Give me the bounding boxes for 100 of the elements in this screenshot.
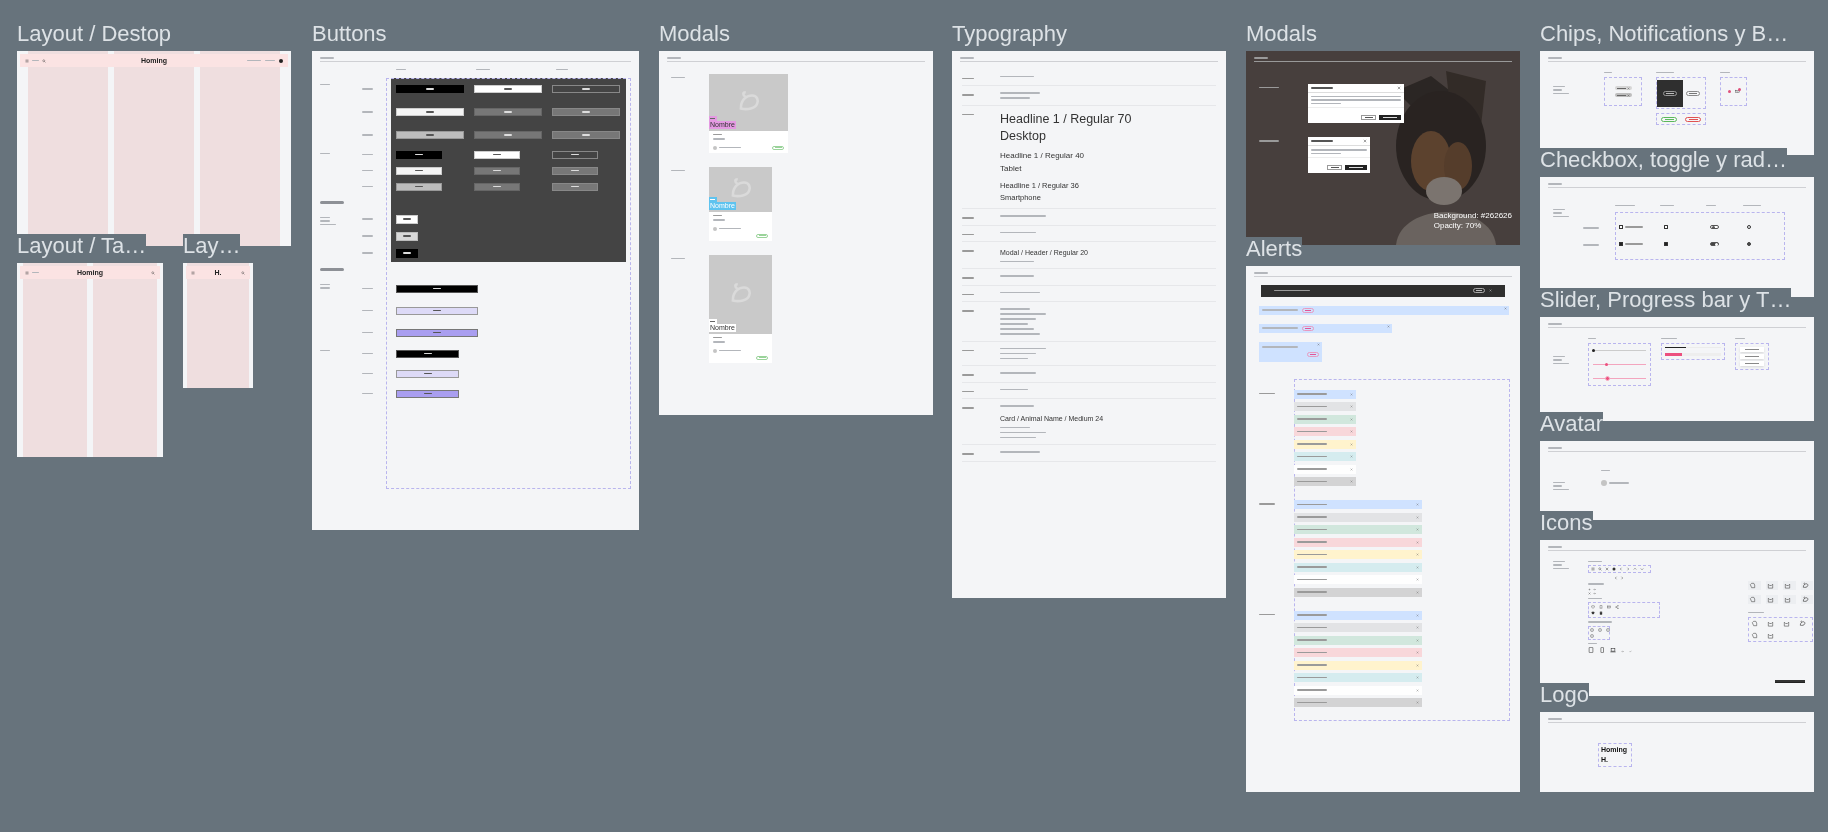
text-line xyxy=(362,185,373,188)
chevron-left-icon[interactable] xyxy=(1619,567,1623,571)
save-button[interactable] xyxy=(1345,165,1367,170)
text-line xyxy=(713,138,725,140)
chevron-up-icon[interactable] xyxy=(1633,567,1637,571)
type-sample: Desktop xyxy=(1000,129,1047,143)
text-line xyxy=(962,94,974,96)
text-line xyxy=(396,68,406,71)
slider-thumb[interactable] xyxy=(1605,376,1611,381)
slider-thumb[interactable] xyxy=(1605,363,1608,366)
search-icon[interactable] xyxy=(241,270,245,275)
phone-icon[interactable] xyxy=(1599,647,1605,653)
button[interactable] xyxy=(396,248,418,258)
mail-icon xyxy=(1734,89,1740,94)
text-line xyxy=(1743,204,1761,207)
mail-icon[interactable] xyxy=(1607,605,1611,609)
toggle[interactable] xyxy=(1710,241,1719,247)
button[interactable] xyxy=(396,231,418,241)
button[interactable] xyxy=(396,85,464,93)
text-line xyxy=(1588,597,1602,599)
text-line xyxy=(1000,275,1034,277)
button[interactable] xyxy=(552,85,620,93)
action-link[interactable] xyxy=(1302,307,1314,313)
text-line xyxy=(1000,405,1034,407)
text-line xyxy=(671,257,685,259)
close-icon[interactable] xyxy=(1588,591,1591,595)
text-line xyxy=(1661,337,1677,339)
text-line xyxy=(362,252,373,254)
text-line xyxy=(713,214,722,216)
text-line xyxy=(1000,92,1040,94)
trash-icon[interactable] xyxy=(1599,611,1603,615)
frame-title: Checkbox, toggle y rad… xyxy=(1540,148,1788,172)
text-line xyxy=(1254,57,1268,59)
menu-icon[interactable] xyxy=(25,270,29,275)
text-line xyxy=(1548,323,1562,325)
text-line xyxy=(1000,260,1034,262)
bookmark-icon[interactable] xyxy=(1599,605,1603,609)
avatar xyxy=(1601,480,1607,486)
button[interactable] xyxy=(396,284,478,293)
arrow-icon[interactable] xyxy=(1593,591,1596,595)
text-line xyxy=(1000,328,1034,330)
share-icon[interactable] xyxy=(1615,605,1619,609)
mouse-icon[interactable] xyxy=(1799,620,1806,627)
text-line xyxy=(1000,352,1036,354)
chip[interactable] xyxy=(1614,86,1632,90)
save-button[interactable] xyxy=(1379,115,1401,120)
checkbox[interactable] xyxy=(1619,225,1623,229)
menu-icon[interactable] xyxy=(25,58,29,63)
mouse-icon[interactable] xyxy=(1801,595,1809,603)
badge xyxy=(1727,90,1731,93)
tablet-icon[interactable] xyxy=(1588,647,1594,653)
cancel-button[interactable] xyxy=(1361,115,1376,120)
modal-title-line xyxy=(1311,86,1333,89)
notification-chip xyxy=(1686,90,1700,96)
laptop-icon[interactable] xyxy=(1610,647,1616,653)
link[interactable] xyxy=(1775,680,1805,683)
text-line xyxy=(1259,503,1275,505)
text-line xyxy=(962,349,974,351)
text-line xyxy=(1000,372,1036,374)
action-link[interactable] xyxy=(1302,325,1314,331)
mouse-icon[interactable] xyxy=(1801,581,1809,589)
toggle[interactable] xyxy=(1710,224,1719,230)
text-line xyxy=(1000,388,1028,390)
checkbox[interactable] xyxy=(1664,225,1668,229)
text-line xyxy=(962,217,974,219)
frame-title: Typography xyxy=(952,22,1067,46)
button[interactable] xyxy=(396,349,459,358)
action-link[interactable] xyxy=(1307,351,1319,357)
menu-icon[interactable] xyxy=(191,270,195,275)
avatar[interactable] xyxy=(279,58,283,63)
sex-tag xyxy=(709,115,717,121)
action-button[interactable] xyxy=(1473,288,1485,293)
text-line xyxy=(362,218,373,220)
text-line xyxy=(1000,431,1046,433)
search-icon[interactable] xyxy=(42,58,46,63)
arrow-icon[interactable] xyxy=(1621,650,1624,653)
checkbox[interactable] xyxy=(1664,242,1668,246)
search-icon[interactable] xyxy=(1598,567,1602,571)
text-line xyxy=(962,407,974,409)
chip[interactable] xyxy=(1614,93,1632,97)
checkbox[interactable] xyxy=(1619,242,1623,246)
close-icon[interactable] xyxy=(1626,93,1630,97)
text-line xyxy=(247,59,261,62)
chevron-down-icon[interactable] xyxy=(1640,567,1644,571)
cancel-button[interactable] xyxy=(1327,165,1342,170)
slider-thumb[interactable] xyxy=(1592,349,1595,352)
menu-icon[interactable] xyxy=(1591,567,1595,571)
frame-title: Layout / Destop xyxy=(17,22,172,46)
close-icon[interactable] xyxy=(1626,86,1630,90)
chevron-right-icon[interactable] xyxy=(1626,567,1630,571)
tooltip xyxy=(1740,354,1764,359)
text-line xyxy=(476,68,490,71)
text-line xyxy=(1000,97,1030,99)
search-icon[interactable] xyxy=(151,270,155,275)
cat-icon[interactable] xyxy=(1783,620,1790,627)
close-icon[interactable] xyxy=(1605,567,1609,571)
close-icon[interactable] xyxy=(1363,139,1367,143)
slider[interactable] xyxy=(1593,348,1646,353)
text-line xyxy=(1000,308,1030,310)
overlay-note: Background: #262626 xyxy=(1433,211,1512,221)
